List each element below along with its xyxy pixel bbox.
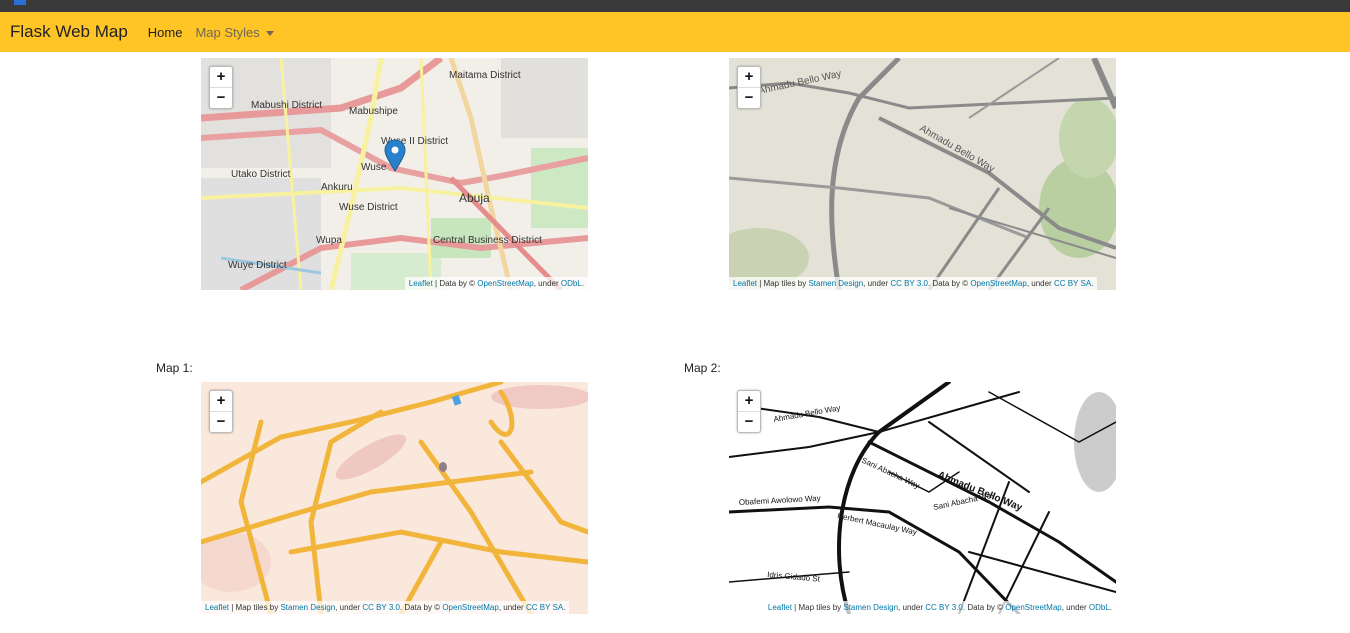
map-attribution: Leaflet | Map tiles by Stamen Design, un… (729, 277, 1098, 290)
osm-tiles: Maitama District Mabushi District Mabush… (201, 58, 588, 290)
zoom-control: + − (737, 390, 761, 433)
attribution-text: . (563, 603, 566, 612)
zoom-control: + − (209, 390, 233, 433)
cc-by-link[interactable]: CC BY 3.0 (890, 279, 928, 288)
place-label: Wuye District (228, 260, 287, 271)
attribution-text: , under (335, 603, 363, 612)
osm-link[interactable]: OpenStreetMap (970, 279, 1026, 288)
zoom-out-button[interactable]: − (738, 412, 760, 432)
attribution-text: | Map tiles by (229, 603, 281, 612)
zoom-control: + − (209, 66, 233, 109)
osm-link[interactable]: OpenStreetMap (442, 603, 498, 612)
attribution-text: , under (498, 603, 526, 612)
place-label: Wuse (361, 162, 387, 173)
zoom-out-button[interactable]: − (210, 412, 232, 432)
place-label: Mabushipe (349, 106, 398, 117)
map-toner[interactable]: Ahmadu Bello Way Ahmadu Bello Way Obafem… (729, 382, 1116, 614)
map-watercolor[interactable]: + − Leaflet | Map tiles by Stamen Design… (201, 382, 588, 614)
nav-map-styles-dropdown[interactable]: Map Styles (195, 24, 274, 40)
place-label: Wupa (316, 235, 342, 246)
place-label: Abuja (459, 191, 490, 205)
attribution-text: | Data by © (432, 279, 478, 288)
leaflet-link[interactable]: Leaflet (205, 603, 229, 612)
zoom-in-button[interactable]: + (210, 391, 232, 412)
attribution-text: . (581, 279, 584, 288)
watercolor-tiles (201, 382, 588, 614)
map-attribution: Leaflet | Map tiles by Stamen Design, un… (201, 601, 570, 614)
odbl-link[interactable]: ODbL (1089, 603, 1110, 612)
cc-by-sa-link[interactable]: CC BY SA (526, 603, 563, 612)
leaflet-link[interactable]: Leaflet (409, 279, 433, 288)
nav-home-link[interactable]: Home (148, 25, 183, 40)
cc-by-link[interactable]: CC BY 3.0 (362, 603, 400, 612)
cc-by-sa-link[interactable]: CC BY SA (1054, 279, 1091, 288)
zoom-in-button[interactable]: + (738, 67, 760, 88)
attribution-text: , under (863, 279, 891, 288)
map-attribution: Leaflet | Data by © OpenStreetMap, under… (404, 277, 588, 290)
stamen-link[interactable]: Stamen Design (280, 603, 335, 612)
toner-tiles: Ahmadu Bello Way Ahmadu Bello Way Obafem… (729, 382, 1116, 614)
place-label: Ankuru (321, 182, 353, 193)
attribution-text: | Map tiles by (791, 603, 844, 612)
zoom-in-button[interactable]: + (210, 67, 232, 88)
attribution-text: . Data by © (927, 279, 971, 288)
place-label: Mabushi District (251, 100, 322, 111)
stamen-link[interactable]: Stamen Design (808, 279, 863, 288)
zoom-out-button[interactable]: − (210, 88, 232, 108)
watercolor-marker-blot (439, 462, 447, 472)
zoom-in-button[interactable]: + (738, 391, 760, 412)
chevron-down-icon (265, 30, 274, 36)
os-title-strip (0, 0, 1350, 12)
zoom-control: + − (737, 66, 761, 109)
osm-link[interactable]: OpenStreetMap (1005, 603, 1061, 612)
attribution-text: . Data by © (962, 603, 1006, 612)
attribution-text: , under (1061, 603, 1089, 612)
attribution-text: . Data by © (399, 603, 443, 612)
osm-link[interactable]: OpenStreetMap (477, 279, 533, 288)
navbar: Flask Web Map Home Map Styles (0, 12, 1350, 52)
place-label: Maitama District (449, 70, 521, 81)
map-attribution: Leaflet | Map tiles by Stamen Design, un… (763, 601, 1116, 614)
map-2-label: Map 2: (684, 361, 721, 375)
attribution-text: . (1091, 279, 1094, 288)
attribution-text: . (1109, 603, 1112, 612)
leaflet-link[interactable]: Leaflet (768, 603, 792, 612)
attribution-text: , under (533, 279, 561, 288)
cc-by-link[interactable]: CC BY 3.0 (925, 603, 963, 612)
stamen-link[interactable]: Stamen Design (843, 603, 898, 612)
attribution-text: , under (1026, 279, 1054, 288)
odbl-link[interactable]: ODbL (561, 279, 582, 288)
map-styles-label: Map Styles (195, 24, 260, 40)
map-terrain[interactable]: Ahmadu Bello Way Ahmadu Bello Way + − Le… (729, 58, 1116, 290)
place-label: Central Business District (433, 235, 542, 246)
place-label: Utako District (231, 169, 291, 180)
app-icon (14, 0, 26, 5)
attribution-text: | Map tiles by (757, 279, 809, 288)
place-label: Wuse District (339, 202, 398, 213)
zoom-out-button[interactable]: − (738, 88, 760, 108)
terrain-tiles: Ahmadu Bello Way Ahmadu Bello Way (729, 58, 1116, 290)
navbar-brand[interactable]: Flask Web Map (10, 22, 128, 42)
map-osm[interactable]: Maitama District Mabushi District Mabush… (201, 58, 588, 290)
attribution-text: , under (898, 603, 926, 612)
map-1-label: Map 1: (156, 361, 193, 375)
leaflet-link[interactable]: Leaflet (733, 279, 757, 288)
